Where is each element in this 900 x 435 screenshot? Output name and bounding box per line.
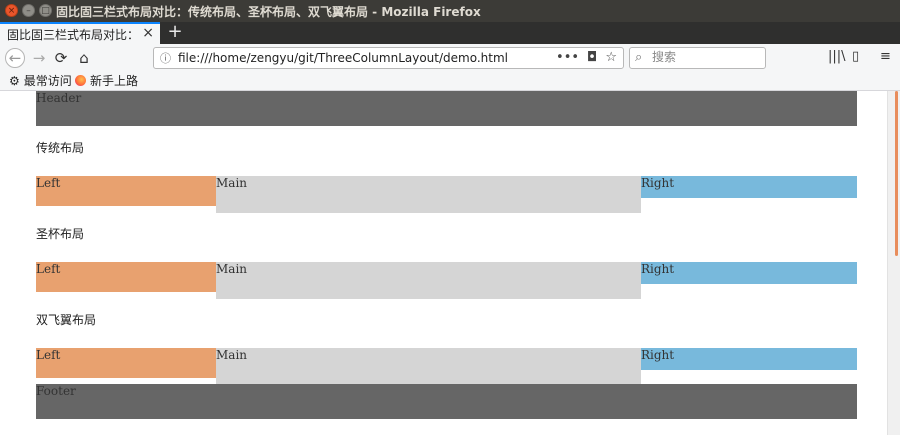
reload-button[interactable]: ⟳ [51,48,71,68]
bookmark-getting-started[interactable]: 新手上路 [75,72,138,89]
right-column: Right [641,176,857,198]
bookmark-label: 新手上路 [90,74,139,88]
menu-icon[interactable]: ≡ [880,49,891,64]
pocket-icon[interactable]: ◘ [587,50,597,65]
page-footer-block: Footer [36,384,857,419]
section-heading-holy-grail: 圣杯布局 [36,227,85,241]
tab-strip: 固比固三栏式布局对比：传统布局 × + [0,22,900,44]
window-close-button[interactable]: × [5,4,18,17]
window-controls: × – □ [5,4,52,17]
window-minimize-button[interactable]: – [22,4,35,17]
main-column: Main [216,176,641,213]
window-titlebar: × – □ 固比固三栏式布局对比：传统布局、圣杯布局、双飞翼布局 - Mozil… [0,0,900,22]
search-box[interactable]: ⌕ [629,47,766,69]
firefox-icon [75,75,86,86]
page-content: Header 传统布局 Left Main Right 圣杯布局 Left Ma… [0,91,900,435]
bookmark-most-visited[interactable]: ⚙ 最常访问 [9,72,72,89]
new-tab-button[interactable]: + [165,22,185,44]
home-button[interactable]: ⌂ [74,48,94,68]
tab-close-icon[interactable]: × [142,25,154,41]
left-column: Left [36,262,216,292]
section-heading-traditional: 传统布局 [36,141,85,155]
gear-icon: ⚙ [9,73,20,88]
main-column: Main [216,348,641,385]
window-maximize-button[interactable]: □ [39,4,52,17]
page-header-block: Header [36,91,857,126]
tab-active[interactable]: 固比固三栏式布局对比：传统布局 × [0,22,160,44]
scrollbar-thumb[interactable] [895,91,898,256]
url-text[interactable]: file:///home/zengyu/git/ThreeColumnLayou… [178,51,508,65]
search-icon: ⌕ [635,50,643,65]
right-column: Right [641,348,857,370]
search-input[interactable] [652,50,760,64]
left-column: Left [36,176,216,206]
sidebar-icon[interactable]: ▯ [852,49,859,64]
right-column: Right [641,262,857,284]
section-heading-double-wing: 双飞翼布局 [36,313,97,327]
info-icon[interactable]: ⓘ [160,50,171,66]
vertical-scrollbar[interactable] [887,91,900,435]
main-column: Main [216,262,641,299]
window-title: 固比固三栏式布局对比：传统布局、圣杯布局、双飞翼布局 - Mozilla Fir… [56,5,481,19]
forward-button[interactable]: → [29,48,49,68]
back-button[interactable]: ← [5,48,25,68]
tab-label: 固比固三栏式布局对比：传统布局 [7,28,137,42]
navigation-toolbar: ← → ⟳ ⌂ ⓘ file:///home/zengyu/git/ThreeC… [0,44,900,72]
bookmark-star-icon[interactable]: ☆ [605,50,617,65]
page-actions-icon[interactable]: ••• [556,50,579,65]
bookmarks-toolbar: ⚙ 最常访问 新手上路 [0,72,900,91]
url-bar[interactable]: ⓘ file:///home/zengyu/git/ThreeColumnLay… [153,47,624,69]
left-column: Left [36,348,216,378]
library-icon[interactable]: |||\ [828,49,846,64]
bookmark-label: 最常访问 [23,74,72,88]
